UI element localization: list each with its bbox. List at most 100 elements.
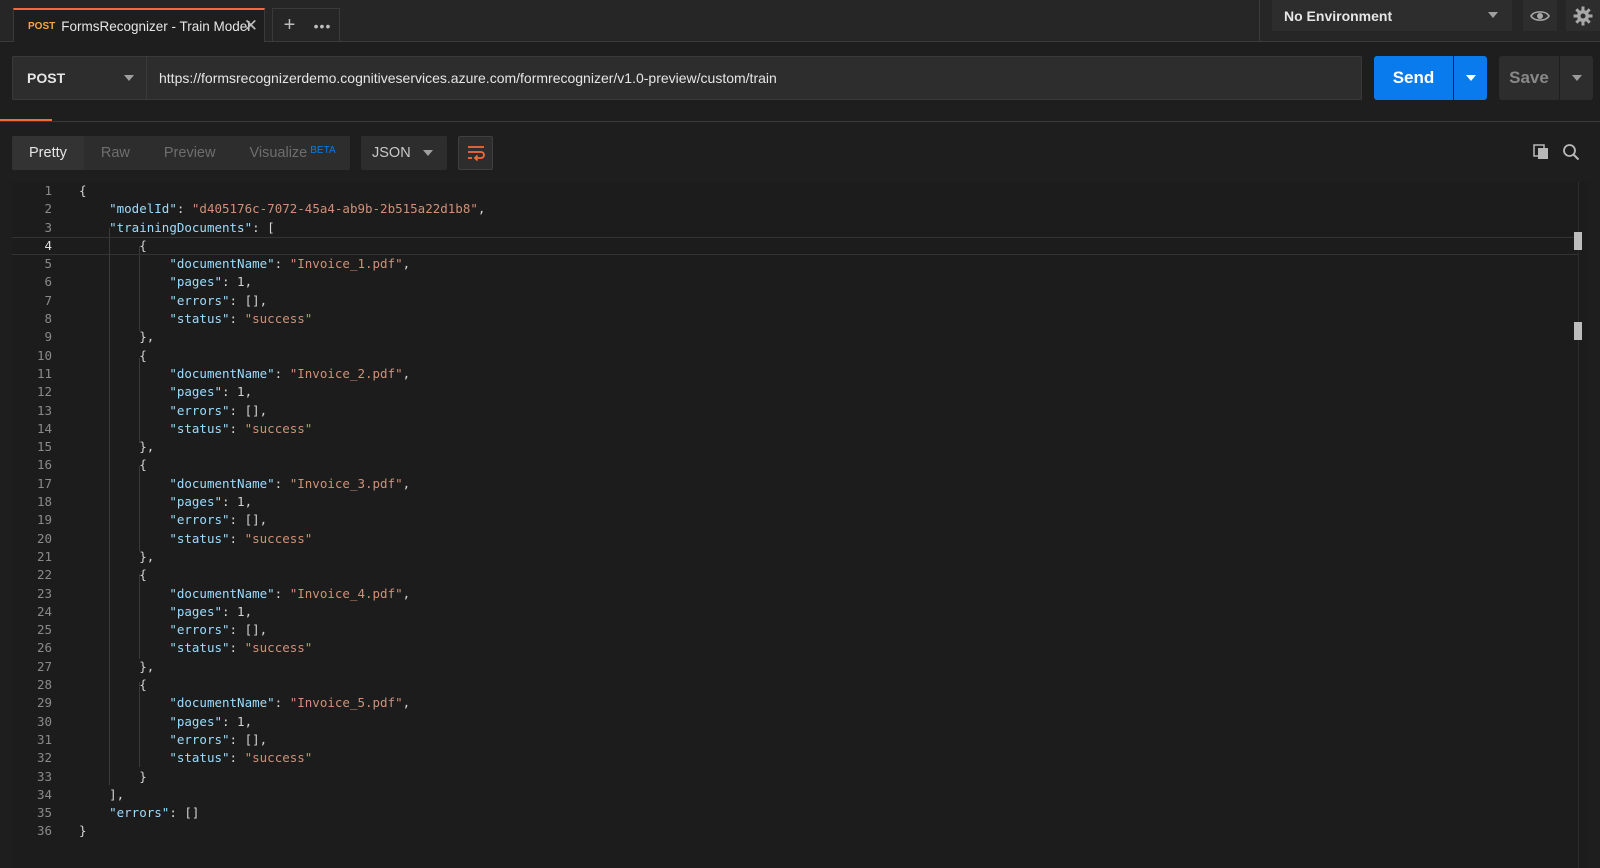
code-line: 4 {	[12, 236, 1586, 256]
code-text: "documentName": "Invoice_2.pdf",	[169, 365, 411, 381]
tab-visualize-label: Visualize	[249, 145, 308, 161]
line-number: 14	[36, 420, 52, 436]
line-number: 2	[44, 201, 52, 217]
line-number: 11	[36, 365, 52, 381]
new-tab-button[interactable]: +	[273, 9, 306, 42]
code-line: 18 "pages": 1,	[12, 493, 1586, 511]
code-line: 7 "errors": [],	[12, 292, 1586, 310]
code-line: 30 "pages": 1,	[12, 713, 1586, 731]
more-tabs-button[interactable]: •••	[306, 9, 339, 42]
code-line: 23 "documentName": "Invoice_4.pdf",	[12, 585, 1586, 603]
line-number: 22	[36, 567, 52, 583]
tab-pretty[interactable]: Pretty	[12, 136, 84, 170]
chevron-down-icon	[1465, 75, 1476, 81]
tab-preview-label: Preview	[163, 145, 216, 161]
request-tab[interactable]: POST FormsRecognizer - Train Model ✕	[13, 8, 265, 42]
code-line: 6 "pages": 1,	[12, 273, 1586, 291]
line-number: 21	[36, 548, 52, 564]
line-number: 26	[36, 640, 52, 656]
code-text: "pages": 1,	[169, 603, 253, 619]
line-number: 9	[44, 329, 52, 345]
wrap-lines-button[interactable]	[458, 136, 493, 170]
code-text: "errors": [],	[169, 622, 268, 638]
code-text: "pages": 1,	[169, 274, 253, 290]
line-number: 7	[44, 292, 52, 308]
send-options-button[interactable]	[1454, 56, 1487, 100]
response-view-tabs: Pretty Raw Preview Visualize BETA	[12, 136, 350, 170]
url-input[interactable]	[148, 57, 1361, 99]
line-number: 24	[36, 603, 52, 619]
search-button[interactable]	[1560, 141, 1582, 163]
line-number: 36	[36, 823, 52, 839]
code-line: 29 "documentName": "Invoice_5.pdf",	[12, 694, 1586, 712]
code-text: "status": "success"	[169, 530, 313, 546]
request-bar: POST	[12, 56, 1362, 100]
code-line: 25 "errors": [],	[12, 621, 1586, 639]
code-line: 35 "errors": []	[12, 804, 1586, 822]
section-divider	[0, 121, 1600, 122]
code-text: },	[79, 439, 155, 455]
code-line: 34 ],	[12, 786, 1586, 804]
manage-environments-button[interactable]	[1566, 0, 1600, 31]
code-text: "pages": 1,	[169, 713, 253, 729]
close-icon[interactable]: ✕	[244, 16, 258, 36]
code-line: 17 "documentName": "Invoice_3.pdf",	[12, 475, 1586, 493]
chevron-down-icon	[1571, 75, 1582, 81]
code-text: },	[79, 329, 155, 345]
code-line: 31 "errors": [],	[12, 731, 1586, 749]
editor-scrollbar[interactable]	[1578, 182, 1588, 868]
code-text: },	[79, 658, 155, 674]
method-label: POST	[27, 70, 66, 86]
code-line: 13 "errors": [],	[12, 402, 1586, 420]
line-number: 4	[44, 237, 52, 253]
save-button[interactable]: Save	[1499, 56, 1559, 100]
code-text: "status": "success"	[169, 640, 313, 656]
tab-preview[interactable]: Preview	[147, 136, 233, 170]
response-body-editor[interactable]: 1{2 "modelId": "d405176c-7072-45a4-ab9b-…	[12, 182, 1586, 868]
code-text: {	[79, 677, 147, 693]
code-text: {	[79, 567, 147, 583]
chevron-down-icon	[1488, 12, 1498, 18]
code-text: "documentName": "Invoice_1.pdf",	[169, 256, 411, 272]
code-line: 20 "status": "success"	[12, 530, 1586, 548]
line-number: 28	[36, 677, 52, 693]
code-text: }	[79, 768, 147, 784]
environment-quick-look-button[interactable]	[1523, 0, 1557, 31]
tab-method-badge: POST	[28, 20, 56, 32]
code-line: 24 "pages": 1,	[12, 603, 1586, 621]
tab-actions: + •••	[272, 8, 340, 42]
format-select[interactable]: JSON	[361, 136, 447, 170]
code-text: "documentName": "Invoice_5.pdf",	[169, 695, 411, 711]
environment-select[interactable]: No Environment	[1272, 0, 1512, 31]
code-line: 26 "status": "success"	[12, 639, 1586, 657]
code-line: 19 "errors": [],	[12, 511, 1586, 529]
code-text: {	[79, 183, 87, 198]
tab-raw[interactable]: Raw	[84, 136, 147, 170]
tab-visualize[interactable]: Visualize BETA	[232, 136, 352, 170]
line-number: 31	[36, 731, 52, 747]
line-number: 33	[36, 768, 52, 784]
code-line: 32 "status": "success"	[12, 749, 1586, 767]
code-text: "pages": 1,	[169, 384, 253, 400]
code-line: 14 "status": "success"	[12, 420, 1586, 438]
code-text: "modelId": "d405176c-7072-45a4-ab9b-2b51…	[109, 201, 486, 217]
line-number: 6	[44, 274, 52, 290]
beta-badge: BETA	[310, 144, 336, 156]
line-number: 29	[36, 695, 52, 711]
code-text: "errors": [],	[169, 731, 268, 747]
method-select[interactable]: POST	[13, 57, 147, 99]
copy-button[interactable]	[1530, 141, 1552, 163]
code-line: 11 "documentName": "Invoice_2.pdf",	[12, 365, 1586, 383]
send-button[interactable]: Send	[1374, 56, 1453, 100]
line-number: 8	[44, 311, 52, 327]
code-line: 21 },	[12, 548, 1586, 566]
line-number: 15	[36, 439, 52, 455]
code-line: 12 "pages": 1,	[12, 383, 1586, 401]
code-line: 15 },	[12, 438, 1586, 456]
code-line: 28 {	[12, 676, 1586, 694]
save-options-button[interactable]	[1560, 56, 1593, 100]
environment-area: No Environment	[1259, 0, 1600, 42]
tab-raw-label: Raw	[100, 145, 130, 161]
line-number: 16	[36, 457, 52, 473]
code-text: "errors": [],	[169, 402, 268, 418]
